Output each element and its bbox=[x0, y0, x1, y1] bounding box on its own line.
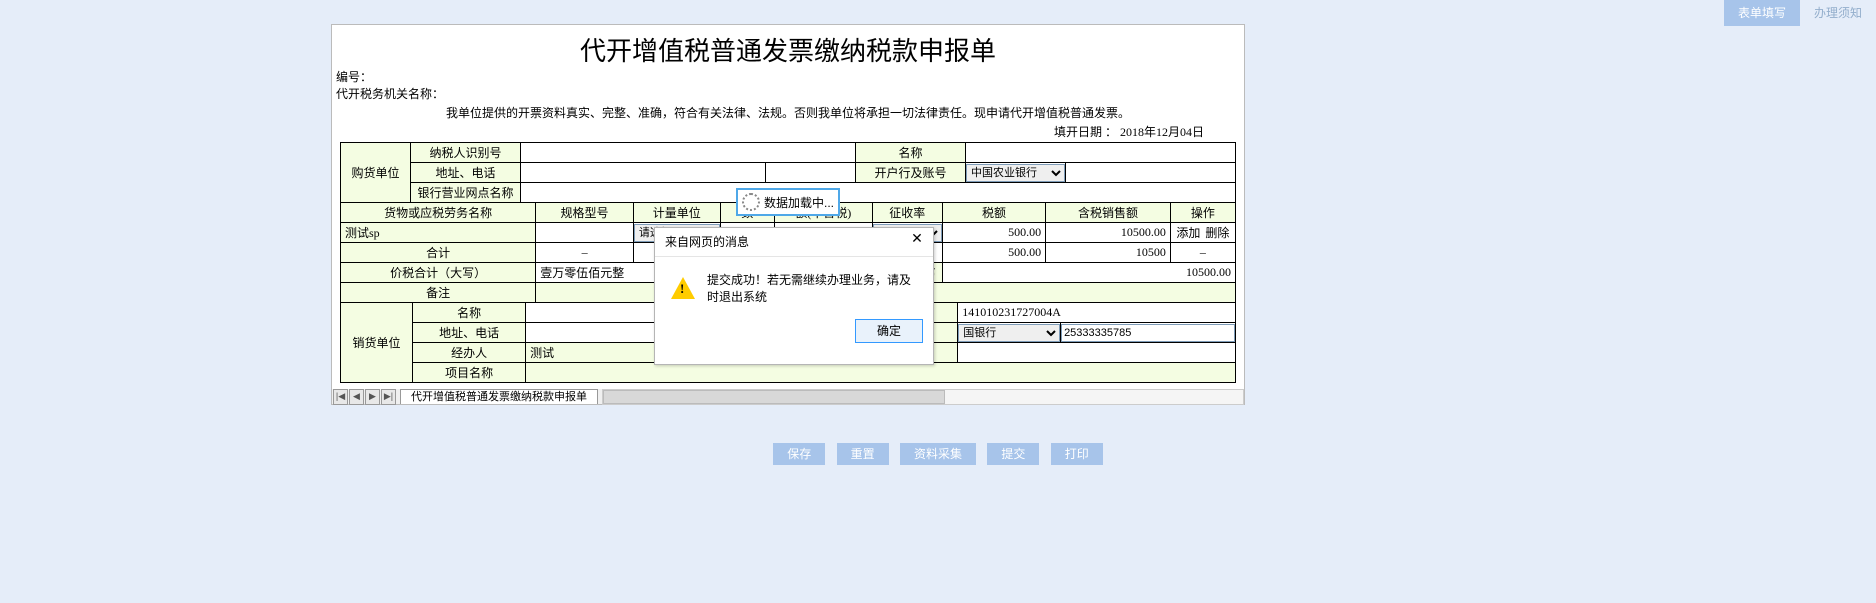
h-scrollbar[interactable] bbox=[602, 389, 1244, 405]
sheet-tab[interactable]: 代开增值税普通发票缴纳税款申报单 bbox=[400, 389, 598, 404]
buyer-branch-value[interactable] bbox=[521, 183, 1236, 203]
tab-form-fill[interactable]: 表单填写 bbox=[1724, 0, 1800, 26]
seller-agent-label: 经办人 bbox=[413, 343, 526, 363]
remark-label: 备注 bbox=[341, 283, 536, 303]
buyer-bank-acct[interactable] bbox=[1066, 163, 1236, 183]
col-spec: 规格型号 bbox=[536, 203, 634, 223]
alert-title: 来自网页的消息 ✕ bbox=[655, 228, 933, 257]
tab-notice[interactable]: 办理须知 bbox=[1800, 0, 1876, 26]
seller-addr-label: 地址、电话 bbox=[413, 323, 526, 343]
col-goods: 货物或应税劳务名称 bbox=[341, 203, 536, 223]
buyer-bank-label: 开户行及账号 bbox=[856, 163, 966, 183]
seller-bank-acct-input[interactable] bbox=[1061, 324, 1235, 342]
buyer-addr-label: 地址、电话 bbox=[411, 163, 521, 183]
buyer-addr-value[interactable] bbox=[521, 163, 766, 183]
loading-text: 数据加载中... bbox=[764, 194, 834, 211]
reset-button[interactable]: 重置 bbox=[837, 443, 889, 465]
topbar: 表单填写 办理须知 bbox=[0, 0, 1876, 26]
item-tax: 500.00 bbox=[943, 223, 1046, 243]
alert-title-text: 来自网页的消息 bbox=[665, 235, 749, 249]
fill-date-label: 填开日期 ： bbox=[1054, 125, 1117, 139]
seller-agent-id-value[interactable] bbox=[958, 343, 1236, 363]
item-total: 10500.00 bbox=[1046, 223, 1171, 243]
item-ops: 添加 删除 bbox=[1170, 223, 1235, 243]
nav-last-icon[interactable]: ▶| bbox=[381, 389, 396, 405]
item-goods[interactable]: 测试sp bbox=[341, 223, 536, 243]
alert-message: 提交成功！若无需继续办理业务，请及时退出系统 bbox=[707, 271, 921, 305]
buyer-bank-select[interactable]: 中国农业银行 bbox=[966, 164, 1065, 182]
item-spec[interactable] bbox=[536, 223, 634, 243]
collect-button[interactable]: 资料采集 bbox=[900, 443, 976, 465]
serial-label: 编号： bbox=[332, 68, 1244, 85]
buyer-tel-value[interactable] bbox=[766, 163, 856, 183]
sum-dash1: – bbox=[536, 243, 634, 263]
col-unit: 计量单位 bbox=[633, 203, 720, 223]
buyer-bank-select-cell: 中国农业银行 bbox=[966, 163, 1066, 183]
seller-bank-select[interactable]: 国银行 bbox=[958, 324, 1060, 342]
seller-bank-select-cell: 国银行 bbox=[958, 323, 1061, 343]
col-tax: 税额 bbox=[943, 203, 1046, 223]
buyer-taxid-label: 纳税人识别号 bbox=[411, 143, 521, 163]
buyer-name-label: 名称 bbox=[856, 143, 966, 163]
seller-taxid-value: 141010231727004A bbox=[958, 303, 1236, 323]
page-title: 代开增值税普通发票缴纳税款申报单 bbox=[332, 31, 1244, 68]
alert-dialog: 来自网页的消息 ✕ 提交成功！若无需继续办理业务，请及时退出系统 确定 bbox=[654, 227, 934, 365]
fill-date-row: 填开日期 ： 2018年12月04日 bbox=[332, 123, 1244, 140]
seller-name-label: 名称 bbox=[413, 303, 526, 323]
save-button[interactable]: 保存 bbox=[773, 443, 825, 465]
warning-icon bbox=[671, 277, 695, 299]
print-button[interactable]: 打印 bbox=[1051, 443, 1103, 465]
add-row-button[interactable]: 添加 bbox=[1175, 226, 1201, 240]
close-icon[interactable]: ✕ bbox=[905, 230, 929, 252]
seller-section-label: 销货单位 bbox=[341, 303, 413, 383]
buyer-taxid-value[interactable] bbox=[521, 143, 856, 163]
nav-first-icon[interactable]: |◀ bbox=[333, 389, 348, 405]
col-total: 含税销售额 bbox=[1046, 203, 1171, 223]
loading-indicator: 数据加载中... bbox=[736, 188, 840, 216]
seller-bank-acct-cell bbox=[1061, 323, 1236, 343]
small-value: 10500.00 bbox=[943, 263, 1236, 283]
sum-tax: 500.00 bbox=[943, 243, 1046, 263]
footer-buttons: 保存 重置 资料采集 提交 打印 bbox=[0, 443, 1876, 465]
alert-body: 提交成功！若无需继续办理业务，请及时退出系统 bbox=[655, 257, 933, 315]
topbar-tabs: 表单填写 办理须知 bbox=[1724, 0, 1876, 26]
spinner-icon bbox=[742, 193, 760, 211]
submit-button[interactable]: 提交 bbox=[987, 443, 1039, 465]
col-rate: 征收率 bbox=[872, 203, 943, 223]
agency-label: 代开税务机关名称： bbox=[332, 85, 1244, 102]
sheet-tabbar: |◀ ◀ ▶ ▶| 代开增值税普通发票缴纳税款申报单 bbox=[331, 389, 1245, 405]
declaration-text: 我单位提供的开票资料真实、完整、准确，符合有关法律、法规。否则我单位将承担一切法… bbox=[332, 104, 1244, 121]
buyer-section-label: 购货单位 bbox=[341, 143, 411, 203]
seller-proj-value[interactable] bbox=[526, 363, 1236, 383]
sum-total: 10500 bbox=[1046, 243, 1171, 263]
col-ops: 操作 bbox=[1170, 203, 1235, 223]
words-label: 价税合计（大写） bbox=[341, 263, 536, 283]
fill-date-value: 2018年12月04日 bbox=[1120, 125, 1204, 139]
sum-dash4: – bbox=[1170, 243, 1235, 263]
nav-prev-icon[interactable]: ◀ bbox=[349, 389, 364, 405]
buyer-name-value[interactable] bbox=[966, 143, 1236, 163]
h-scrollbar-thumb[interactable] bbox=[603, 390, 945, 404]
seller-proj-label: 项目名称 bbox=[413, 363, 526, 383]
alert-button-row: 确定 bbox=[655, 315, 933, 351]
nav-next-icon[interactable]: ▶ bbox=[365, 389, 380, 405]
alert-ok-button[interactable]: 确定 bbox=[855, 319, 923, 343]
sum-label: 合计 bbox=[341, 243, 536, 263]
buyer-branch-label: 银行营业网点名称 bbox=[411, 183, 521, 203]
delete-row-button[interactable]: 删除 bbox=[1204, 226, 1230, 240]
